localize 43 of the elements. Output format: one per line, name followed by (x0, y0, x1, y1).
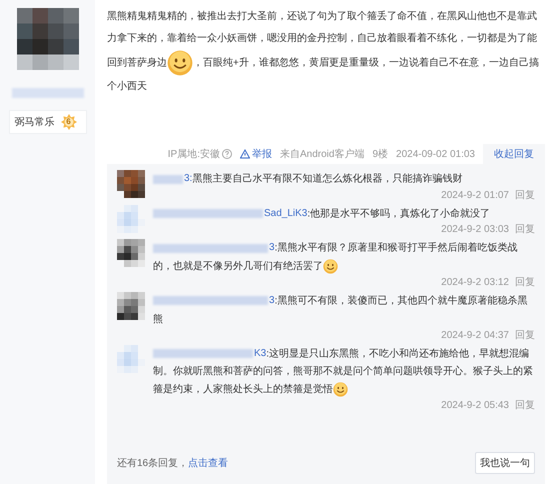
reply-text: K3:这明显是只山东黑熊，不吃小和尚还布施给他，早就想混编制。你就听黑熊和菩萨的问答，熊哥那不就是问个简单问题哄领导开心。猴子头上的紧箍是约束，人家熊处长头上的禁箍是觉悟 (153, 344, 535, 400)
blurred-username[interactable] (153, 209, 263, 218)
username-fragment[interactable]: 3 (269, 292, 275, 310)
reply-text: 3:黑熊主要自己水平有限不知道怎么炼化根器，只能搞诈骗钱财 (153, 170, 535, 189)
report-link[interactable]: 举报 (240, 146, 272, 162)
smiley-icon (323, 258, 338, 274)
reply-time: 2024-9-2 04:37 (441, 328, 509, 343)
view-more-link[interactable]: 点击查看 (188, 458, 228, 468)
username-fragment[interactable]: 3 (269, 239, 275, 258)
reply-text: 3:黑熊水平有限？原著里和猴哥打平手然后闹着吃饭类战的，也就是不像另外几哥们有绝活罢了 (153, 239, 535, 276)
reply-text: Sad_LiK3:他那是水平不够吗，真炼化了小命就没了 (153, 204, 535, 224)
blurred-username[interactable] (153, 244, 268, 253)
username-fragment[interactable]: K3 (254, 344, 266, 363)
warning-icon (240, 149, 250, 159)
reply-time: 2024-9-2 01:07 (441, 188, 509, 203)
collapse-replies-button[interactable]: 收起回复 (483, 144, 545, 164)
reply-time: 2024-9-2 03:12 (441, 276, 509, 290)
comment-button[interactable]: 我也说一句 (475, 452, 535, 474)
help-icon[interactable] (222, 149, 232, 159)
username-fragment[interactable]: 3: (184, 170, 192, 188)
reply-link[interactable]: 回复 (515, 399, 535, 414)
post-text: 黑熊精鬼精鬼精的，被推出去打大圣前，还说了句为了取个箍丢了命不值，在黑风山他也不是靠武力拿下来的，靠着给一众小妖画饼，嗯没用的金丹控制，自己放着眼看着不练化，一切都是为了能回到菩萨身边 ，百眼纯+升，谁都忽悠，黄眉更是重量级，一边说着自己不在意，一边自己搞个小西天 (107, 10, 540, 94)
level-star: 6 (60, 114, 76, 130)
reply-link[interactable]: 回复 (515, 276, 535, 290)
reply-time: 2024-9-2 03:03 (441, 223, 509, 238)
more-replies-text: 还有16条回复， (117, 458, 188, 468)
reply-link[interactable]: 回复 (515, 328, 535, 343)
smiley-icon (333, 382, 348, 398)
username-fragment[interactable]: Sad_LiK3 (264, 204, 308, 223)
blurred-username[interactable] (153, 296, 268, 306)
reply-time: 2024-9-2 05:43 (441, 399, 509, 414)
ip-location: IP属地:安徽 (168, 148, 220, 162)
badge-title: 弼马常乐 (14, 116, 54, 130)
reply-link[interactable]: 回复 (515, 188, 535, 203)
reply-link[interactable]: 回复 (515, 223, 535, 238)
post-time: 2024-09-02 01:03 (396, 148, 475, 162)
source-label: 来自Android客户端 (280, 148, 364, 162)
smiley-icon (167, 50, 193, 76)
blurred-username[interactable] (153, 174, 183, 184)
reply-text: 3:黑熊可不有限，装傻而已，其他四个就牛魔原著能稳杀黑熊 (153, 292, 535, 329)
blurred-username[interactable] (12, 88, 84, 98)
blurred-username[interactable] (153, 349, 253, 358)
floor-number: 9楼 (372, 148, 388, 162)
